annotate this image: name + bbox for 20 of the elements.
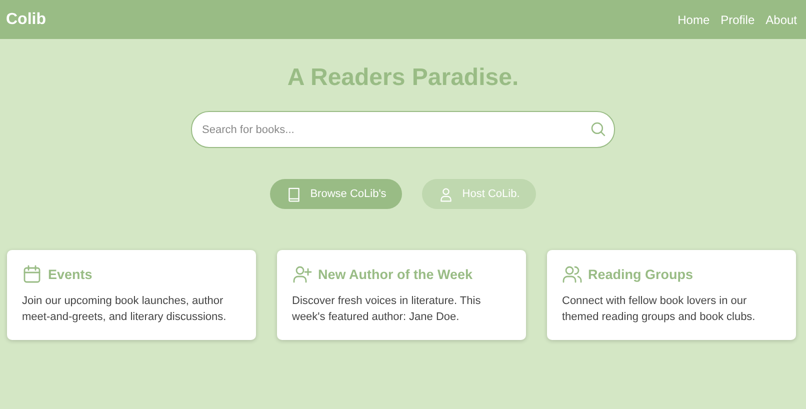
book-icon — [286, 186, 302, 202]
card-title: Events — [48, 266, 92, 282]
search-icon[interactable] — [590, 121, 606, 137]
card-text: Discover fresh voices in literature. This week's featured author: Jane Doe. — [292, 294, 482, 325]
browse-button[interactable]: Browse CoLib's — [270, 179, 402, 209]
page-title: A Readers Paradise. — [287, 63, 519, 93]
card-text: Join our upcoming book launches, author meet-and-greets, and literary discussions. — [22, 294, 228, 325]
search-field[interactable]: Search for books... — [191, 111, 615, 148]
nav-link[interactable]: Profile — [720, 12, 755, 26]
logo[interactable]: Colib — [6, 10, 46, 28]
calendar-icon — [22, 264, 42, 284]
add-user-icon — [292, 264, 312, 284]
user-icon — [438, 186, 454, 202]
nav-link[interactable]: Home — [678, 12, 710, 26]
nav-link[interactable]: About — [766, 12, 797, 26]
host-button[interactable]: Host CoLib. — [422, 179, 536, 209]
users-icon — [562, 264, 582, 284]
card-text: Connect with fellow book lovers in our themed reading groups and book clubs. — [562, 294, 756, 325]
card-title: New Author of the Week — [318, 266, 473, 282]
card-title: Reading Groups — [588, 266, 694, 282]
